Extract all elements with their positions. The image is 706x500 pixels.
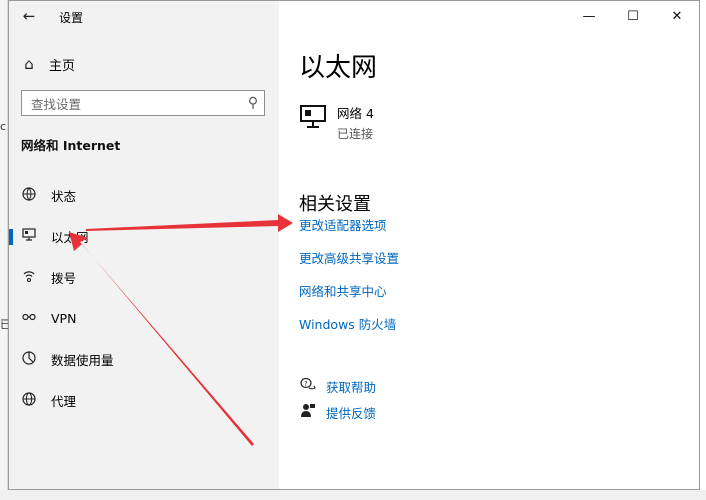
- section-title: 网络和 Internet: [21, 138, 121, 153]
- sidebar-item-dialup[interactable]: 拨号: [9, 257, 279, 298]
- sidebar-item-label: 拨号: [51, 271, 77, 286]
- network-adapter-entry[interactable]: 网络 4 已连接: [299, 103, 374, 142]
- sidebar-nav: 状态 以太网 拨号 VPN 数据使用量 代理: [9, 175, 279, 421]
- arrow-left-icon: ←: [22, 7, 36, 25]
- content-pane: — ☐ ✕ 以太网 网络 4 已连接 相关设置 更改适配器选项 更改高级共享设置…: [279, 1, 699, 489]
- settings-window: ← 设置 ⌂ 主页 查找设置 ⚲ 网络和 Internet 状态 以太网 拨号 …: [8, 0, 700, 490]
- svg-text:?: ?: [304, 380, 308, 388]
- sidebar-item-label: VPN: [51, 311, 77, 326]
- home-icon: ⌂: [24, 55, 34, 73]
- window-caption-buttons: — ☐ ✕: [567, 1, 699, 31]
- windows-firewall-link[interactable]: Windows 防火墙: [299, 316, 399, 349]
- sidebar-item-label: 代理: [51, 394, 77, 409]
- sidebar-item-label: 状态: [51, 189, 77, 204]
- home-nav-item[interactable]: ⌂ 主页: [21, 53, 261, 75]
- background-taskbar-strip: [0, 490, 706, 500]
- related-settings-title: 相关设置: [299, 194, 371, 215]
- home-label: 主页: [49, 58, 76, 74]
- maximize-button[interactable]: ☐: [611, 1, 655, 31]
- related-settings-links: 更改适配器选项 更改高级共享设置 网络和共享中心 Windows 防火墙: [299, 217, 399, 349]
- minimize-button[interactable]: —: [567, 1, 611, 31]
- search-icon[interactable]: ⚲: [242, 95, 264, 111]
- sidebar: ← 设置 ⌂ 主页 查找设置 ⚲ 网络和 Internet 状态 以太网 拨号 …: [9, 1, 279, 489]
- help-section: ? 获取帮助 提供反馈: [299, 373, 376, 425]
- network-name: 网络 4: [337, 106, 374, 121]
- sidebar-item-proxy[interactable]: 代理: [9, 380, 279, 421]
- background-text-fragment: c: [0, 120, 7, 133]
- get-help-link[interactable]: ? 获取帮助: [299, 373, 376, 399]
- sidebar-item-status[interactable]: 状态: [9, 175, 279, 216]
- give-feedback-link[interactable]: 提供反馈: [299, 399, 376, 425]
- maximize-icon: ☐: [627, 8, 639, 24]
- sidebar-item-vpn[interactable]: VPN: [9, 298, 279, 339]
- back-button[interactable]: ←: [19, 7, 39, 25]
- globe-status-icon: [21, 186, 37, 205]
- search-box[interactable]: 查找设置 ⚲: [21, 90, 265, 116]
- title-bar: ← 设置: [9, 1, 279, 31]
- help-chat-icon: ?: [299, 377, 317, 395]
- minimize-icon: —: [582, 8, 596, 24]
- advanced-sharing-settings-link[interactable]: 更改高级共享设置: [299, 250, 399, 283]
- close-icon: ✕: [671, 8, 683, 24]
- proxy-globe-icon: [21, 391, 37, 410]
- window-title: 设置: [59, 11, 84, 25]
- sidebar-item-ethernet[interactable]: 以太网: [9, 216, 279, 257]
- network-sharing-center-link[interactable]: 网络和共享中心: [299, 283, 399, 316]
- close-button[interactable]: ✕: [655, 1, 699, 31]
- sidebar-item-label: 以太网: [51, 230, 89, 245]
- data-usage-icon: [21, 350, 37, 369]
- search-input[interactable]: 查找设置: [31, 94, 242, 113]
- background-window-edge: c 已: [0, 0, 11, 500]
- sidebar-item-data-usage[interactable]: 数据使用量: [9, 339, 279, 380]
- get-help-label: 获取帮助: [326, 379, 377, 395]
- ethernet-icon: [21, 228, 37, 245]
- dialup-icon: [21, 269, 37, 287]
- ethernet-adapter-icon: [299, 103, 329, 131]
- give-feedback-label: 提供反馈: [326, 405, 377, 421]
- feedback-icon: [299, 403, 317, 422]
- page-title: 以太网: [299, 53, 378, 83]
- network-status: 已连接: [337, 127, 374, 141]
- change-adapter-options-link[interactable]: 更改适配器选项: [299, 217, 399, 250]
- sidebar-item-label: 数据使用量: [51, 353, 114, 368]
- vpn-icon: [21, 311, 37, 327]
